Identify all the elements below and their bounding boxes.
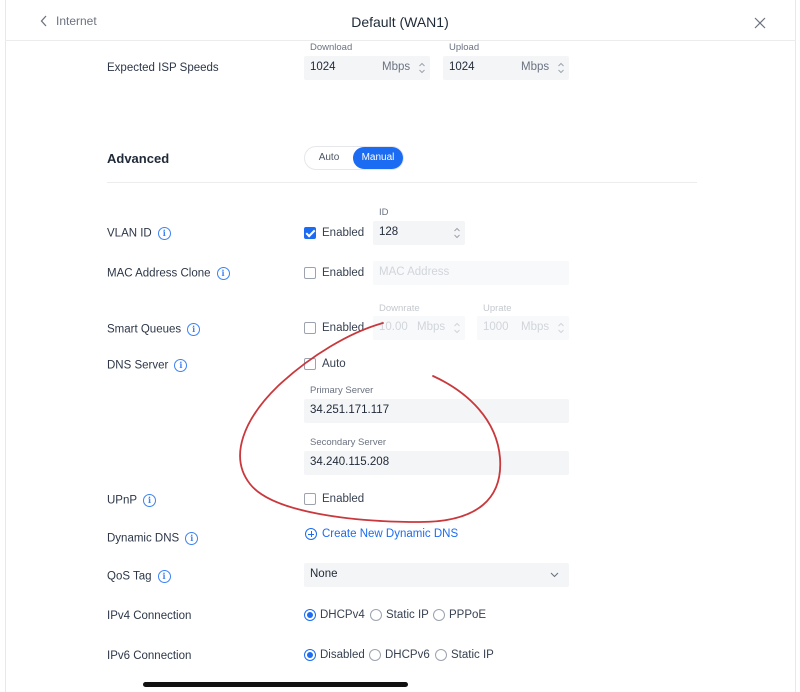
ipv6-connection-label: IPv6 Connection — [107, 650, 192, 662]
primary-server-input[interactable]: 34.251.171.117 — [304, 399, 569, 423]
info-icon[interactable]: i — [157, 570, 171, 583]
secondary-server-input[interactable]: 34.240.115.208 — [304, 451, 569, 475]
close-icon[interactable] — [752, 15, 768, 31]
mac-clone-enabled-label: Enabled — [322, 267, 365, 279]
info-icon[interactable]: i — [185, 532, 199, 545]
upload-unit: Mbps — [521, 61, 550, 73]
upload-caption: Upload — [449, 42, 480, 53]
vlan-id-label: VLAN ID i — [107, 227, 171, 240]
advanced-auto-option[interactable]: Auto — [305, 147, 353, 169]
stepper-icon[interactable] — [453, 320, 461, 336]
info-icon[interactable]: i — [143, 494, 157, 507]
ipv6-static-ip-label: Static IP — [451, 649, 494, 661]
ipv4-static-ip-radio[interactable] — [370, 609, 382, 621]
annotation-overlay — [239, 322, 502, 523]
secondary-server-value: 34.240.115.208 — [310, 456, 390, 468]
downrate-unit: Mbps — [417, 321, 446, 333]
smart-queues-checkbox[interactable] — [304, 322, 316, 334]
left-edge — [5, 0, 6, 692]
ipv4-dhcpv4-label: DHCPv4 — [320, 609, 365, 621]
vlan-id-input[interactable]: 128 — [373, 221, 465, 245]
upnp-checkbox[interactable] — [304, 493, 316, 505]
advanced-toggle[interactable]: Auto Manual — [304, 146, 404, 170]
isp-speeds-label: Expected ISP Speeds — [107, 62, 219, 74]
stepper-icon[interactable] — [453, 225, 461, 241]
stepper-icon[interactable] — [557, 60, 565, 76]
mac-clone-checkbox[interactable] — [304, 267, 316, 279]
downrate-value: 10.00 — [379, 321, 408, 333]
mac-address-input[interactable]: MAC Address — [373, 261, 569, 285]
advanced-manual-option[interactable]: Manual — [353, 147, 403, 169]
downrate-caption: Downrate — [379, 303, 420, 314]
dns-auto-label: Auto — [322, 358, 346, 370]
section-divider — [107, 182, 697, 183]
plus-circle-icon — [305, 528, 317, 540]
info-icon[interactable]: i — [174, 359, 188, 372]
info-icon[interactable]: i — [157, 227, 171, 240]
stepper-icon[interactable] — [418, 60, 426, 76]
uprate-unit: Mbps — [521, 321, 550, 333]
uprate-caption: Uprate — [483, 303, 512, 314]
qos-tag-value: None — [310, 568, 338, 580]
download-input[interactable]: 1024 Mbps — [304, 56, 430, 80]
primary-server-caption: Primary Server — [310, 385, 374, 396]
dns-auto-checkbox[interactable] — [304, 358, 316, 370]
secondary-server-caption: Secondary Server — [310, 437, 387, 448]
home-indicator[interactable] — [143, 682, 408, 687]
create-dynamic-dns-label: Create New Dynamic DNS — [322, 528, 459, 540]
ipv4-pppoe-label: PPPoE — [449, 609, 487, 621]
upload-input[interactable]: 1024 Mbps — [443, 56, 569, 80]
qos-tag-select[interactable]: None — [304, 563, 569, 587]
info-icon[interactable]: i — [187, 323, 201, 336]
primary-server-value: 34.251.171.117 — [310, 404, 390, 416]
downrate-input[interactable]: 10.00 Mbps — [373, 316, 465, 340]
advanced-label: Advanced — [107, 151, 170, 166]
ipv4-connection-label: IPv4 Connection — [107, 610, 192, 622]
stepper-icon[interactable] — [557, 320, 565, 336]
ipv6-dhcpv6-radio[interactable] — [369, 649, 381, 661]
chevron-down-icon — [550, 572, 559, 578]
upload-value: 1024 — [449, 61, 475, 73]
ipv4-pppoe-radio[interactable] — [433, 609, 445, 621]
download-value: 1024 — [310, 61, 336, 73]
vlan-id-caption: ID — [379, 207, 389, 218]
ipv4-dhcpv4-radio[interactable] — [304, 609, 316, 621]
uprate-value: 1000 — [483, 321, 509, 333]
qos-tag-label: QoS Tag i — [107, 570, 171, 583]
ipv4-static-ip-label: Static IP — [386, 609, 429, 621]
uprate-input[interactable]: 1000 Mbps — [477, 316, 569, 340]
upnp-enabled-label: Enabled — [322, 493, 365, 505]
vlan-enabled-checkbox[interactable] — [304, 227, 316, 239]
smart-queues-label: Smart Queues i — [107, 323, 201, 336]
vlan-enabled-label: Enabled — [322, 227, 365, 239]
ipv6-disabled-label: Disabled — [320, 649, 365, 661]
download-caption: Download — [310, 42, 353, 53]
smart-queues-enabled-label: Enabled — [322, 322, 365, 334]
mac-clone-label: MAC Address Clone i — [107, 267, 230, 280]
ipv6-dhcpv6-label: DHCPv6 — [385, 649, 430, 661]
mac-address-placeholder: MAC Address — [379, 266, 450, 278]
vlan-id-value: 128 — [379, 226, 399, 238]
ipv6-disabled-radio[interactable] — [304, 649, 316, 661]
dynamic-dns-label: Dynamic DNS i — [107, 532, 199, 545]
info-icon[interactable]: i — [216, 267, 230, 280]
right-edge — [795, 0, 796, 692]
dns-server-label: DNS Server i — [107, 359, 188, 372]
create-dynamic-dns-link[interactable]: Create New Dynamic DNS — [305, 528, 458, 540]
download-unit: Mbps — [382, 61, 411, 73]
header-divider — [5, 40, 796, 41]
upnp-label: UPnP i — [107, 494, 157, 507]
page-title: Default (WAN1) — [351, 14, 449, 30]
ipv6-static-ip-radio[interactable] — [435, 649, 447, 661]
